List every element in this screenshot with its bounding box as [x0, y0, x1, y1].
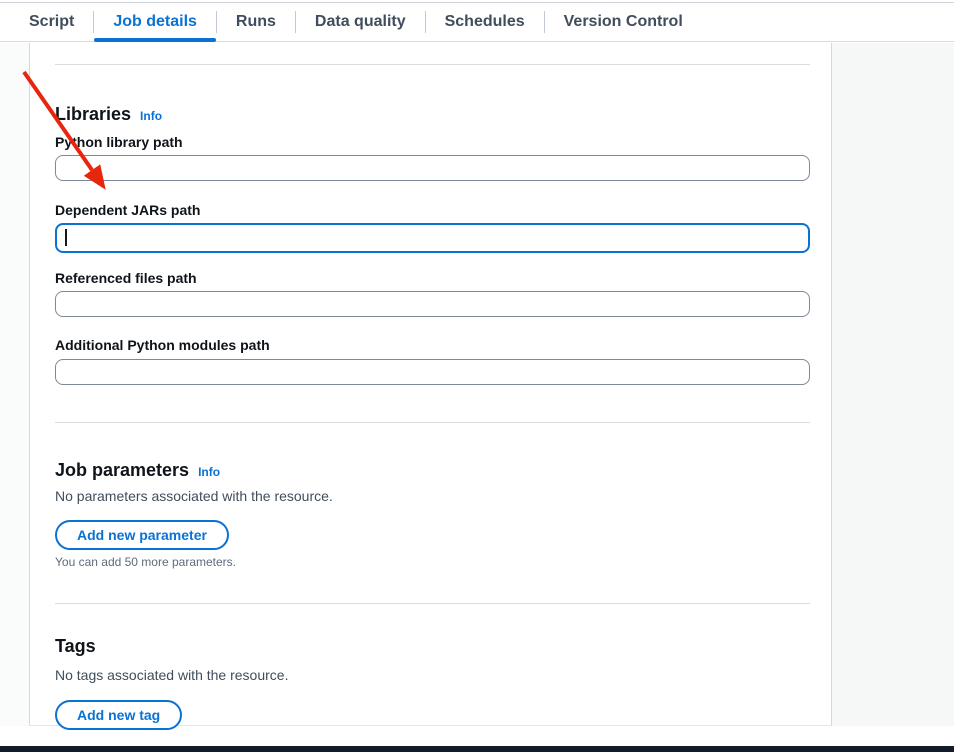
- python-library-path-input[interactable]: [55, 155, 810, 181]
- dependent-jars-path-field: [55, 223, 810, 253]
- python-library-path-label: Python library path: [55, 133, 810, 151]
- tab-version-control[interactable]: Version Control: [545, 3, 702, 41]
- job-parameters-info-link[interactable]: Info: [198, 461, 220, 483]
- tab-version-control-label: Version Control: [564, 13, 683, 31]
- tab-runs-label: Runs: [236, 13, 276, 31]
- tab-schedules-label: Schedules: [445, 13, 525, 31]
- tags-empty-text: No tags associated with the resource.: [55, 666, 810, 684]
- tab-runs[interactable]: Runs: [217, 3, 295, 41]
- additional-python-modules-path-field: [55, 359, 810, 385]
- job-parameters-hint-text: You can add 50 more parameters.: [55, 554, 810, 570]
- section-divider: [55, 603, 810, 604]
- tags-title: Tags: [55, 635, 96, 657]
- left-gutter: [0, 43, 29, 726]
- additional-python-modules-path-label: Additional Python modules path: [55, 336, 810, 354]
- job-parameters-heading: Job parameters Info: [55, 459, 810, 483]
- referenced-files-path-field: [55, 291, 810, 317]
- libraries-title: Libraries: [55, 103, 131, 125]
- tab-data-quality-label: Data quality: [315, 13, 406, 31]
- tab-schedules[interactable]: Schedules: [426, 3, 544, 41]
- dependent-jars-path-input[interactable]: [55, 223, 810, 253]
- tab-job-details[interactable]: Job details: [94, 3, 216, 41]
- tab-data-quality[interactable]: Data quality: [296, 3, 425, 41]
- text-cursor: [65, 229, 67, 246]
- libraries-info-link[interactable]: Info: [140, 105, 162, 127]
- libraries-heading: Libraries Info: [55, 103, 810, 127]
- section-divider: [55, 422, 810, 423]
- tags-heading: Tags: [55, 635, 810, 657]
- tab-job-details-label: Job details: [113, 13, 197, 31]
- bottom-divider-bar: [0, 746, 954, 752]
- add-new-parameter-button[interactable]: Add new parameter: [55, 520, 229, 550]
- tab-script[interactable]: Script: [10, 3, 93, 41]
- job-parameters-empty-text: No parameters associated with the resour…: [55, 487, 810, 505]
- python-library-path-field: [55, 155, 810, 181]
- tab-bar: Script Job details Runs Data quality Sch…: [0, 2, 954, 42]
- referenced-files-path-label: Referenced files path: [55, 269, 810, 287]
- job-details-panel: Libraries Info Python library path Depen…: [29, 43, 832, 726]
- add-new-tag-button[interactable]: Add new tag: [55, 700, 182, 730]
- right-gutter: [832, 43, 954, 726]
- section-divider: [55, 64, 810, 65]
- additional-python-modules-path-input[interactable]: [55, 359, 810, 385]
- referenced-files-path-input[interactable]: [55, 291, 810, 317]
- tab-script-label: Script: [29, 13, 74, 31]
- dependent-jars-path-label: Dependent JARs path: [55, 201, 810, 219]
- job-parameters-title: Job parameters: [55, 459, 189, 481]
